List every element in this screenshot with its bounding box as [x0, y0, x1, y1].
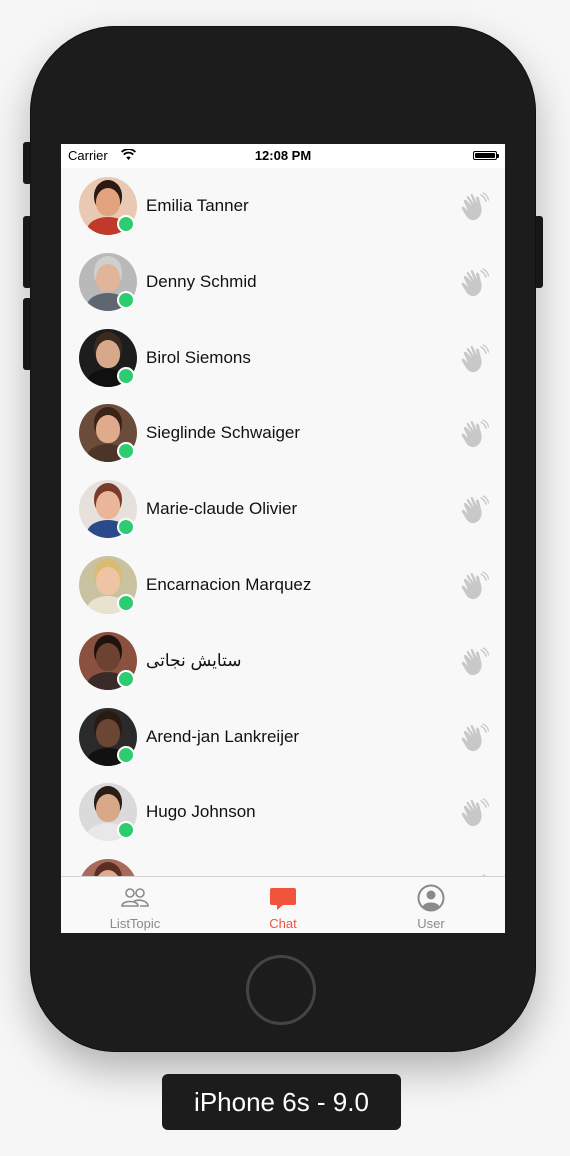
tab-chat[interactable]: Chat	[209, 877, 357, 933]
contact-name: Birol Siemons	[146, 347, 251, 367]
contact-row[interactable]: ستایش نجاتی	[61, 623, 505, 699]
avatar-container	[79, 783, 137, 842]
contact-name: Sieglinde Schwaiger	[146, 423, 301, 443]
contact-row[interactable]	[61, 850, 505, 876]
status-bar: Carrier 12:08 PM	[61, 144, 505, 168]
tab-user[interactable]: User	[357, 877, 505, 933]
avatar-container	[79, 859, 137, 876]
contact-list[interactable]: Emilia Tanner Denny Schmid Birol Siemons…	[61, 168, 505, 876]
app-screen: Carrier 12:08 PM Emilia Tanner Denny Sch…	[61, 144, 505, 933]
wave-hand-icon[interactable]	[459, 268, 489, 298]
avatar-container	[79, 555, 137, 614]
avatar-container	[79, 631, 137, 690]
contact-name: Emilia Tanner	[146, 196, 249, 215]
contact-name: Marie-claude Olivier	[146, 499, 298, 519]
contact-name: ستایش نجاتی	[146, 650, 242, 670]
status-time: 12:08 PM	[254, 148, 312, 163]
people-icon	[121, 888, 149, 907]
online-status-dot	[117, 745, 135, 764]
wave-hand-icon[interactable]	[459, 495, 489, 525]
tab-listtopic[interactable]: ListTopic	[61, 877, 209, 933]
contact-row[interactable]: Marie-claude Olivier	[61, 471, 505, 547]
contact-row[interactable]: Encarnacion Marquez	[61, 547, 505, 623]
wave-hand-icon[interactable]	[459, 798, 489, 828]
contact-name: Hugo Johnson	[146, 802, 256, 822]
wave-hand-icon[interactable]	[459, 722, 489, 753]
tab-bar: ListTopic Chat User	[61, 876, 505, 933]
avatar-container	[79, 480, 137, 539]
avatar-container	[79, 328, 137, 387]
online-status-dot	[117, 821, 135, 840]
avatar-container	[79, 252, 137, 311]
wave-hand-icon[interactable]	[459, 571, 489, 601]
user-circle-icon	[417, 884, 445, 912]
simulator-device-label: iPhone 6s - 9.0	[162, 1074, 401, 1130]
wave-hand-icon[interactable]	[459, 419, 489, 449]
battery-icon	[473, 151, 499, 160]
online-status-dot	[117, 593, 135, 612]
online-status-dot	[117, 518, 135, 537]
avatar	[79, 859, 137, 876]
tab-label: ListTopic	[109, 916, 161, 931]
wave-hand-icon[interactable]	[459, 647, 489, 677]
contact-row[interactable]: Sieglinde Schwaiger	[61, 395, 505, 471]
online-status-dot	[117, 215, 135, 233]
online-status-dot	[117, 669, 135, 688]
avatar-container	[79, 707, 137, 766]
avatar-container	[79, 404, 137, 463]
online-status-dot	[117, 366, 135, 385]
home-button[interactable]	[246, 955, 316, 1025]
tab-label: Chat	[269, 916, 297, 931]
contact-name: Denny Schmid	[146, 271, 257, 291]
online-status-dot	[117, 290, 135, 309]
online-status-dot	[117, 442, 135, 461]
wave-hand-icon[interactable]	[459, 192, 489, 222]
contact-name: Encarnacion Marquez	[146, 574, 312, 594]
wave-hand-icon[interactable]	[459, 343, 489, 374]
contact-row[interactable]: Emilia Tanner	[61, 168, 505, 244]
contact-row[interactable]: Birol Siemons	[61, 320, 505, 396]
contact-row[interactable]: Hugo Johnson	[61, 774, 505, 850]
tab-label: User	[417, 916, 445, 931]
contact-row[interactable]: Arend-jan Lankreijer	[61, 699, 505, 775]
chat-bubble-icon	[270, 888, 296, 910]
avatar-container	[79, 177, 137, 235]
contact-name: Arend-jan Lankreijer	[146, 726, 300, 746]
contact-row[interactable]: Denny Schmid	[61, 244, 505, 320]
